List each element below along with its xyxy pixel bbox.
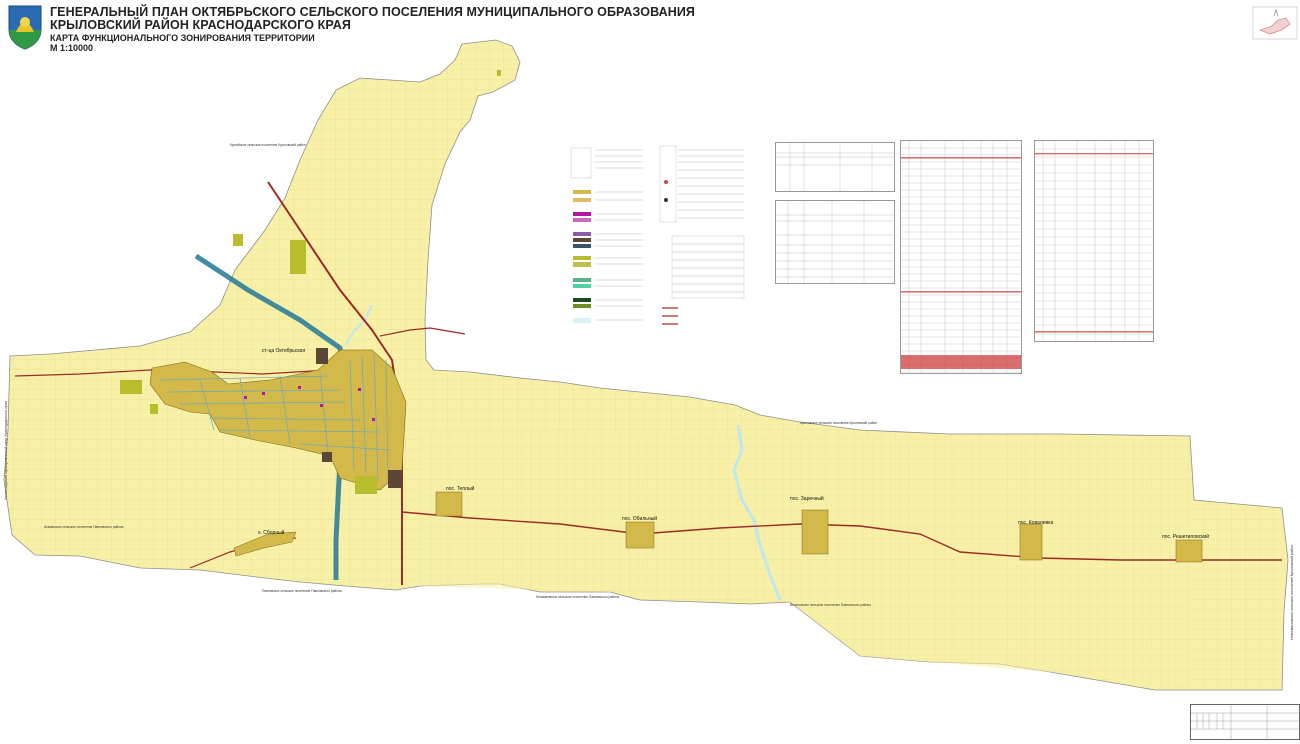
table-objects-1-grid xyxy=(776,143,894,191)
label-leningradsky: Ленинградский муниципальный округ Красно… xyxy=(4,401,8,500)
map-title-line-1: ГЕНЕРАЛЬНЫЙ ПЛАН ОКТЯБРЬСКОГО СЕЛЬСКОГО … xyxy=(50,5,696,19)
label-krylovskoe: Крыловское сельское поселение Крыловский… xyxy=(800,421,877,425)
table-planned-objects-2 xyxy=(1034,140,1154,342)
label-zarechny: пос. Заречный xyxy=(790,495,824,502)
label-reshetilovsky: пос. Решетиловский xyxy=(1162,533,1209,540)
location-inset-icon xyxy=(1252,6,1298,40)
legend-swatches-1 xyxy=(570,147,643,323)
table-objects-2-grid xyxy=(776,201,894,283)
label-kovalevka: пос. Ковалевка xyxy=(1018,520,1053,526)
label-kugoey: Кугоейское сельское поселение Крыловский… xyxy=(230,143,306,147)
label-veselovskoe: Веселовское сельское поселение Павловско… xyxy=(790,603,871,607)
village-reshetilovsky xyxy=(1175,539,1203,563)
table-row-lines xyxy=(1035,148,1153,334)
village-kovalevka xyxy=(1019,523,1043,561)
label-novopashkovskoe: Новопашковское сельское поселение Крылов… xyxy=(1290,545,1294,640)
village-teply xyxy=(435,491,463,517)
label-oktyabrskaya: ст-ца Октябрьская xyxy=(262,348,305,354)
legend-swatches-2 xyxy=(659,145,745,325)
field-grid xyxy=(420,430,1190,690)
label-nezamaevskoe: Незамаевское сельское поселение Павловск… xyxy=(536,595,619,599)
village-obilny xyxy=(625,521,655,549)
title-block-stamp xyxy=(1190,704,1300,740)
coat-of-arms-icon xyxy=(8,5,42,50)
label-pavlovskoe: Павловское сельское поселение Павловског… xyxy=(262,589,342,593)
table-row-lines xyxy=(901,147,1021,373)
map-scale: М 1:10000 xyxy=(50,43,94,53)
table-planned-objects-grid xyxy=(901,141,1021,373)
map-title-line-2: КРЫЛОВСКИЙ РАЙОН КРАСНОДАРСКОГО КРАЯ xyxy=(50,18,351,32)
territory-map[interactable]: ст-ца Октябрьская х. Сборный пос. Теплый… xyxy=(0,0,1300,740)
label-sborny: х. Сборный xyxy=(258,529,285,536)
table-planned-objects xyxy=(900,140,1022,374)
table-objects-1 xyxy=(775,142,895,192)
label-obilny: пос. Обильный xyxy=(622,515,657,522)
legend-panel-1 xyxy=(569,138,647,334)
map-header: ГЕНЕРАЛЬНЫЙ ПЛАН ОКТЯБРЬСКОГО СЕЛЬСКОГО … xyxy=(4,2,695,54)
label-atamanskoe: Атаманское сельское поселение Павловског… xyxy=(44,525,124,529)
label-teply: пос. Теплый xyxy=(446,485,475,492)
map-subtitle: КАРТА ФУНКЦИОНАЛЬНОГО ЗОНИРОВАНИЯ ТЕРРИТ… xyxy=(50,33,315,43)
village-zarechny xyxy=(801,509,829,555)
legend-panel-2 xyxy=(658,138,748,330)
table-planned-objects-2-grid xyxy=(1035,141,1153,341)
title-block-grid xyxy=(1191,705,1299,739)
table-objects-2 xyxy=(775,200,895,284)
